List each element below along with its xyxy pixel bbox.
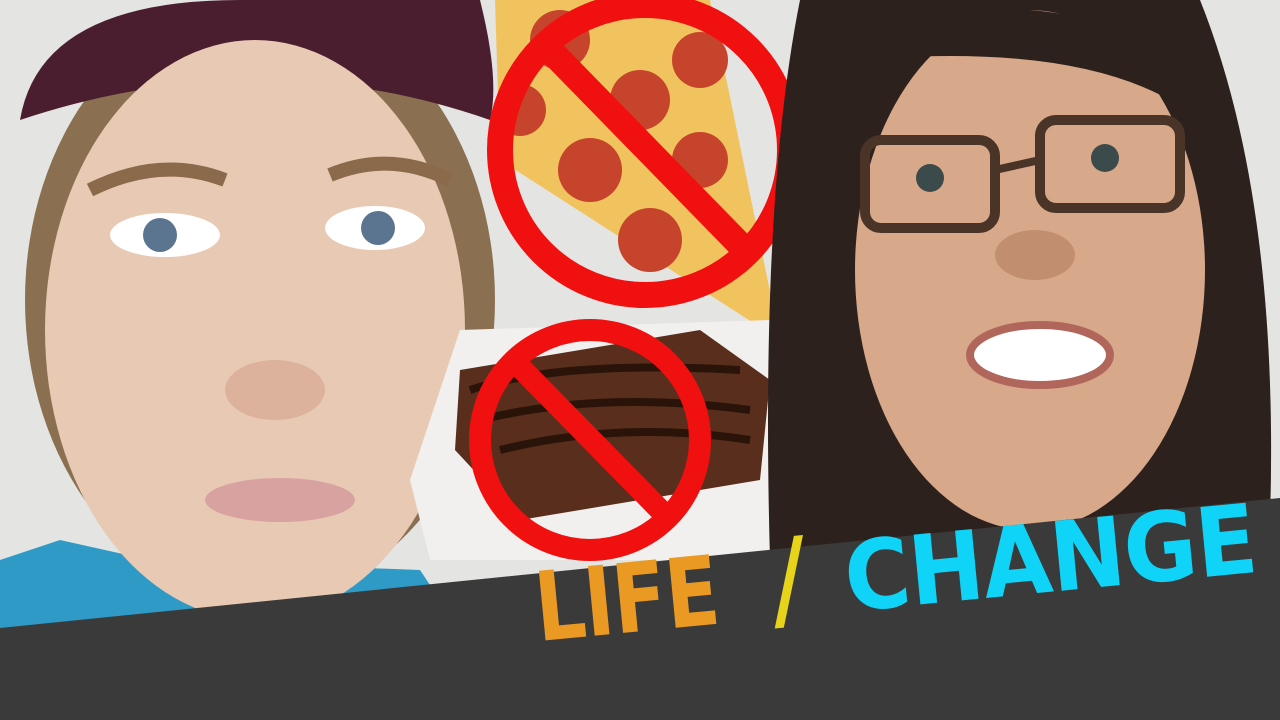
title-life: LIFE [529,534,724,664]
woman-right [768,0,1272,560]
title-separator: / [763,513,813,645]
